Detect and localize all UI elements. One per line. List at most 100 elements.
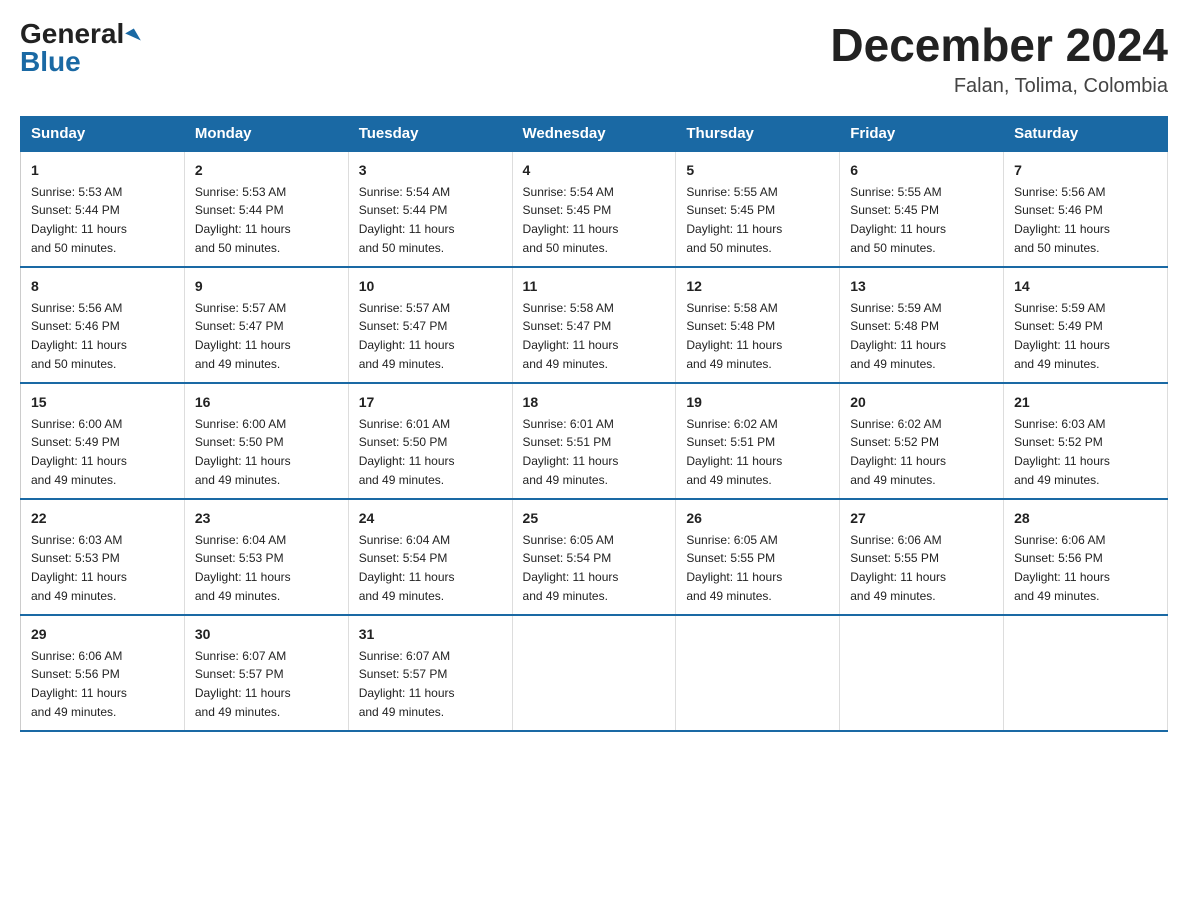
calendar-cell: 20 Sunrise: 6:02 AMSunset: 5:52 PMDaylig… [840,383,1004,499]
day-number: 18 [523,392,666,413]
calendar-cell: 25 Sunrise: 6:05 AMSunset: 5:54 PMDaylig… [512,499,676,615]
calendar-cell: 9 Sunrise: 5:57 AMSunset: 5:47 PMDayligh… [184,267,348,383]
day-number: 20 [850,392,993,413]
day-info: Sunrise: 5:55 AMSunset: 5:45 PMDaylight:… [686,185,782,255]
day-number: 3 [359,160,502,181]
day-number: 4 [523,160,666,181]
day-info: Sunrise: 5:57 AMSunset: 5:47 PMDaylight:… [359,301,455,371]
calendar-week-row: 1 Sunrise: 5:53 AMSunset: 5:44 PMDayligh… [21,151,1168,267]
day-info: Sunrise: 6:03 AMSunset: 5:53 PMDaylight:… [31,533,127,603]
calendar-cell: 30 Sunrise: 6:07 AMSunset: 5:57 PMDaylig… [184,615,348,731]
day-info: Sunrise: 5:56 AMSunset: 5:46 PMDaylight:… [31,301,127,371]
page-header: General Blue December 2024 Falan, Tolima… [20,20,1168,98]
day-number: 17 [359,392,502,413]
calendar-cell: 24 Sunrise: 6:04 AMSunset: 5:54 PMDaylig… [348,499,512,615]
calendar-cell [512,615,676,731]
calendar-week-row: 8 Sunrise: 5:56 AMSunset: 5:46 PMDayligh… [21,267,1168,383]
day-number: 30 [195,624,338,645]
calendar-header-row: SundayMondayTuesdayWednesdayThursdayFrid… [21,116,1168,151]
day-info: Sunrise: 6:03 AMSunset: 5:52 PMDaylight:… [1014,417,1110,487]
day-number: 11 [523,276,666,297]
day-number: 15 [31,392,174,413]
day-header-sunday: Sunday [21,116,185,151]
day-info: Sunrise: 6:06 AMSunset: 5:56 PMDaylight:… [31,649,127,719]
calendar-cell: 29 Sunrise: 6:06 AMSunset: 5:56 PMDaylig… [21,615,185,731]
calendar-week-row: 22 Sunrise: 6:03 AMSunset: 5:53 PMDaylig… [21,499,1168,615]
day-info: Sunrise: 6:05 AMSunset: 5:55 PMDaylight:… [686,533,782,603]
calendar-cell: 26 Sunrise: 6:05 AMSunset: 5:55 PMDaylig… [676,499,840,615]
day-number: 9 [195,276,338,297]
calendar-cell [1004,615,1168,731]
day-number: 6 [850,160,993,181]
day-number: 13 [850,276,993,297]
calendar-table: SundayMondayTuesdayWednesdayThursdayFrid… [20,116,1168,732]
logo-blue-text: Blue [20,46,81,77]
day-info: Sunrise: 6:00 AMSunset: 5:50 PMDaylight:… [195,417,291,487]
day-info: Sunrise: 6:05 AMSunset: 5:54 PMDaylight:… [523,533,619,603]
logo-top-row: General [20,20,138,48]
day-number: 14 [1014,276,1157,297]
day-number: 12 [686,276,829,297]
day-header-saturday: Saturday [1004,116,1168,151]
calendar-cell: 2 Sunrise: 5:53 AMSunset: 5:44 PMDayligh… [184,151,348,267]
calendar-cell [676,615,840,731]
location-title: Falan, Tolima, Colombia [830,75,1168,98]
day-info: Sunrise: 6:04 AMSunset: 5:53 PMDaylight:… [195,533,291,603]
calendar-cell: 16 Sunrise: 6:00 AMSunset: 5:50 PMDaylig… [184,383,348,499]
day-info: Sunrise: 5:53 AMSunset: 5:44 PMDaylight:… [31,185,127,255]
month-title: December 2024 [830,20,1168,71]
day-info: Sunrise: 5:55 AMSunset: 5:45 PMDaylight:… [850,185,946,255]
day-info: Sunrise: 6:04 AMSunset: 5:54 PMDaylight:… [359,533,455,603]
calendar-week-row: 15 Sunrise: 6:00 AMSunset: 5:49 PMDaylig… [21,383,1168,499]
day-header-wednesday: Wednesday [512,116,676,151]
day-info: Sunrise: 5:58 AMSunset: 5:47 PMDaylight:… [523,301,619,371]
calendar-cell: 4 Sunrise: 5:54 AMSunset: 5:45 PMDayligh… [512,151,676,267]
day-number: 26 [686,508,829,529]
day-info: Sunrise: 6:06 AMSunset: 5:56 PMDaylight:… [1014,533,1110,603]
day-number: 19 [686,392,829,413]
title-area: December 2024 Falan, Tolima, Colombia [830,20,1168,98]
day-header-friday: Friday [840,116,1004,151]
day-info: Sunrise: 6:02 AMSunset: 5:52 PMDaylight:… [850,417,946,487]
day-number: 25 [523,508,666,529]
calendar-cell: 6 Sunrise: 5:55 AMSunset: 5:45 PMDayligh… [840,151,1004,267]
day-info: Sunrise: 6:07 AMSunset: 5:57 PMDaylight:… [195,649,291,719]
day-info: Sunrise: 6:07 AMSunset: 5:57 PMDaylight:… [359,649,455,719]
day-number: 27 [850,508,993,529]
day-info: Sunrise: 5:53 AMSunset: 5:44 PMDaylight:… [195,185,291,255]
day-number: 7 [1014,160,1157,181]
day-info: Sunrise: 6:06 AMSunset: 5:55 PMDaylight:… [850,533,946,603]
calendar-cell: 12 Sunrise: 5:58 AMSunset: 5:48 PMDaylig… [676,267,840,383]
calendar-cell: 14 Sunrise: 5:59 AMSunset: 5:49 PMDaylig… [1004,267,1168,383]
day-info: Sunrise: 6:02 AMSunset: 5:51 PMDaylight:… [686,417,782,487]
calendar-cell: 10 Sunrise: 5:57 AMSunset: 5:47 PMDaylig… [348,267,512,383]
logo: General Blue [20,20,138,76]
calendar-cell: 7 Sunrise: 5:56 AMSunset: 5:46 PMDayligh… [1004,151,1168,267]
day-number: 31 [359,624,502,645]
calendar-cell: 15 Sunrise: 6:00 AMSunset: 5:49 PMDaylig… [21,383,185,499]
day-header-thursday: Thursday [676,116,840,151]
calendar-cell: 1 Sunrise: 5:53 AMSunset: 5:44 PMDayligh… [21,151,185,267]
day-info: Sunrise: 5:56 AMSunset: 5:46 PMDaylight:… [1014,185,1110,255]
day-header-monday: Monday [184,116,348,151]
day-info: Sunrise: 6:01 AMSunset: 5:50 PMDaylight:… [359,417,455,487]
day-number: 10 [359,276,502,297]
day-number: 28 [1014,508,1157,529]
day-number: 29 [31,624,174,645]
logo-arrow-icon [125,28,141,45]
day-number: 8 [31,276,174,297]
calendar-cell: 18 Sunrise: 6:01 AMSunset: 5:51 PMDaylig… [512,383,676,499]
calendar-cell: 19 Sunrise: 6:02 AMSunset: 5:51 PMDaylig… [676,383,840,499]
calendar-cell: 22 Sunrise: 6:03 AMSunset: 5:53 PMDaylig… [21,499,185,615]
calendar-cell: 23 Sunrise: 6:04 AMSunset: 5:53 PMDaylig… [184,499,348,615]
day-info: Sunrise: 5:57 AMSunset: 5:47 PMDaylight:… [195,301,291,371]
calendar-cell: 17 Sunrise: 6:01 AMSunset: 5:50 PMDaylig… [348,383,512,499]
day-header-tuesday: Tuesday [348,116,512,151]
day-number: 1 [31,160,174,181]
day-info: Sunrise: 5:59 AMSunset: 5:49 PMDaylight:… [1014,301,1110,371]
calendar-cell: 8 Sunrise: 5:56 AMSunset: 5:46 PMDayligh… [21,267,185,383]
calendar-cell: 28 Sunrise: 6:06 AMSunset: 5:56 PMDaylig… [1004,499,1168,615]
day-number: 2 [195,160,338,181]
day-number: 5 [686,160,829,181]
day-info: Sunrise: 5:58 AMSunset: 5:48 PMDaylight:… [686,301,782,371]
